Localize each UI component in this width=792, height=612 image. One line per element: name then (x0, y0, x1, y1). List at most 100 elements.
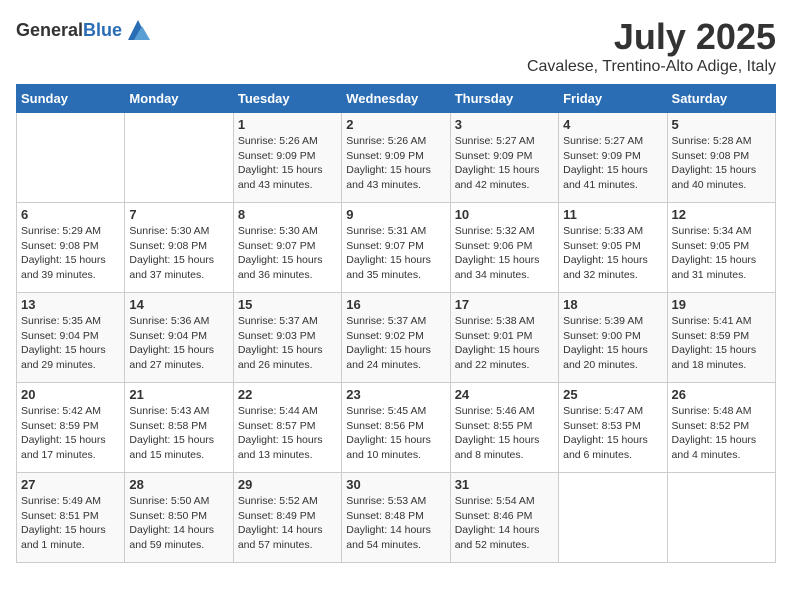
calendar-week-row: 27Sunrise: 5:49 AMSunset: 8:51 PMDayligh… (17, 473, 776, 563)
day-info: Sunrise: 5:34 AMSunset: 9:05 PMDaylight:… (672, 224, 771, 283)
day-number: 14 (129, 297, 228, 312)
day-info: Sunrise: 5:33 AMSunset: 9:05 PMDaylight:… (563, 224, 662, 283)
header-day: Thursday (450, 85, 558, 113)
calendar-cell: 27Sunrise: 5:49 AMSunset: 8:51 PMDayligh… (17, 473, 125, 563)
day-info: Sunrise: 5:31 AMSunset: 9:07 PMDaylight:… (346, 224, 445, 283)
calendar-cell: 3Sunrise: 5:27 AMSunset: 9:09 PMDaylight… (450, 113, 558, 203)
calendar-cell: 23 Sunrise: 5:45 AMSunset: 8:56 PMDayligh… (342, 383, 450, 473)
day-number: 5 (672, 117, 771, 132)
calendar-cell: 8 Sunrise: 5:30 AMSunset: 9:07 PMDaylight… (233, 203, 341, 293)
day-number: 28 (129, 477, 228, 492)
calendar-cell (125, 113, 233, 203)
logo: GeneralBlue (16, 16, 152, 44)
month-title: July 2025 (527, 16, 776, 58)
day-number: 18 (563, 297, 662, 312)
day-info: Sunrise: 5:36 AMSunset: 9:04 PMDaylight:… (129, 314, 228, 373)
calendar-table: SundayMondayTuesdayWednesdayThursdayFrid… (16, 84, 776, 563)
day-number: 26 (672, 387, 771, 402)
day-number: 13 (21, 297, 120, 312)
day-info: Sunrise: 5:27 AMSunset: 9:09 PMDaylight:… (563, 134, 662, 193)
day-info: Sunrise: 5:45 AMSunset: 8:56 PMDaylight:… (346, 404, 445, 463)
calendar-cell: 12Sunrise: 5:34 AMSunset: 9:05 PMDayligh… (667, 203, 775, 293)
calendar-cell: 7Sunrise: 5:30 AMSunset: 9:08 PMDaylight… (125, 203, 233, 293)
day-number: 10 (455, 207, 554, 222)
day-number: 3 (455, 117, 554, 132)
day-info: Sunrise: 5:32 AMSunset: 9:06 PMDaylight:… (455, 224, 554, 283)
day-info: Sunrise: 5:28 AMSunset: 9:08 PMDaylight:… (672, 134, 771, 193)
header-day: Wednesday (342, 85, 450, 113)
header-day: Saturday (667, 85, 775, 113)
calendar-cell: 2 Sunrise: 5:26 AMSunset: 9:09 PMDaylight… (342, 113, 450, 203)
calendar-week-row: 20Sunrise: 5:42 AMSunset: 8:59 PMDayligh… (17, 383, 776, 473)
calendar-cell (17, 113, 125, 203)
calendar-week-row: 13 Sunrise: 5:35 AMSunset: 9:04 PMDayligh… (17, 293, 776, 383)
day-number: 21 (129, 387, 228, 402)
day-info: Sunrise: 5:26 AMSunset: 9:09 PMDaylight:… (346, 134, 445, 193)
day-info: Sunrise: 5:26 AMSunset: 9:09 PMDaylight:… (238, 134, 337, 193)
day-number: 16 (346, 297, 445, 312)
day-number: 22 (238, 387, 337, 402)
calendar-cell: 6 Sunrise: 5:29 AMSunset: 9:08 PMDaylight… (17, 203, 125, 293)
day-info: Sunrise: 5:44 AMSunset: 8:57 PMDaylight:… (238, 404, 337, 463)
day-info: Sunrise: 5:52 AMSunset: 8:49 PMDaylight:… (238, 494, 337, 553)
page-header: GeneralBlue July 2025 Cavalese, Trentino… (16, 16, 776, 76)
day-info: Sunrise: 5:39 AMSunset: 9:00 PMDaylight:… (563, 314, 662, 373)
calendar-cell: 16 Sunrise: 5:37 AMSunset: 9:02 PMDayligh… (342, 293, 450, 383)
day-info: Sunrise: 5:38 AMSunset: 9:01 PMDaylight:… (455, 314, 554, 373)
calendar-cell: 28Sunrise: 5:50 AMSunset: 8:50 PMDayligh… (125, 473, 233, 563)
day-info: Sunrise: 5:41 AMSunset: 8:59 PMDaylight:… (672, 314, 771, 373)
calendar-cell: 9 Sunrise: 5:31 AMSunset: 9:07 PMDaylight… (342, 203, 450, 293)
day-info: Sunrise: 5:46 AMSunset: 8:55 PMDaylight:… (455, 404, 554, 463)
day-number: 11 (563, 207, 662, 222)
calendar-week-row: 1 Sunrise: 5:26 AMSunset: 9:09 PMDaylight… (17, 113, 776, 203)
day-info: Sunrise: 5:29 AMSunset: 9:08 PMDaylight:… (21, 224, 120, 283)
calendar-cell: 26Sunrise: 5:48 AMSunset: 8:52 PMDayligh… (667, 383, 775, 473)
calendar-cell: 4Sunrise: 5:27 AMSunset: 9:09 PMDaylight… (559, 113, 667, 203)
day-number: 19 (672, 297, 771, 312)
day-number: 25 (563, 387, 662, 402)
day-info: Sunrise: 5:49 AMSunset: 8:51 PMDaylight:… (21, 494, 120, 553)
calendar-cell: 18 Sunrise: 5:39 AMSunset: 9:00 PMDayligh… (559, 293, 667, 383)
header-day: Friday (559, 85, 667, 113)
calendar-cell: 13 Sunrise: 5:35 AMSunset: 9:04 PMDayligh… (17, 293, 125, 383)
day-info: Sunrise: 5:35 AMSunset: 9:04 PMDaylight:… (21, 314, 120, 373)
day-number: 17 (455, 297, 554, 312)
header-day: Monday (125, 85, 233, 113)
day-number: 8 (238, 207, 337, 222)
calendar-cell: 14 Sunrise: 5:36 AMSunset: 9:04 PMDayligh… (125, 293, 233, 383)
day-info: Sunrise: 5:43 AMSunset: 8:58 PMDaylight:… (129, 404, 228, 463)
day-info: Sunrise: 5:54 AMSunset: 8:46 PMDaylight:… (455, 494, 554, 553)
calendar-cell: 11 Sunrise: 5:33 AMSunset: 9:05 PMDayligh… (559, 203, 667, 293)
calendar-cell: 10 Sunrise: 5:32 AMSunset: 9:06 PMDayligh… (450, 203, 558, 293)
day-number: 23 (346, 387, 445, 402)
title-area: July 2025 Cavalese, Trentino-Alto Adige,… (527, 16, 776, 76)
calendar-cell: 1 Sunrise: 5:26 AMSunset: 9:09 PMDaylight… (233, 113, 341, 203)
calendar-cell: 24Sunrise: 5:46 AMSunset: 8:55 PMDayligh… (450, 383, 558, 473)
calendar-cell (667, 473, 775, 563)
calendar-week-row: 6 Sunrise: 5:29 AMSunset: 9:08 PMDaylight… (17, 203, 776, 293)
day-info: Sunrise: 5:30 AMSunset: 9:07 PMDaylight:… (238, 224, 337, 283)
day-number: 15 (238, 297, 337, 312)
day-number: 30 (346, 477, 445, 492)
logo-general: General (16, 20, 83, 40)
calendar-cell: 20Sunrise: 5:42 AMSunset: 8:59 PMDayligh… (17, 383, 125, 473)
calendar-cell: 29Sunrise: 5:52 AMSunset: 8:49 PMDayligh… (233, 473, 341, 563)
location-title: Cavalese, Trentino-Alto Adige, Italy (527, 58, 776, 76)
calendar-cell: 5 Sunrise: 5:28 AMSunset: 9:08 PMDaylight… (667, 113, 775, 203)
day-number: 9 (346, 207, 445, 222)
calendar-cell: 25 Sunrise: 5:47 AMSunset: 8:53 PMDayligh… (559, 383, 667, 473)
day-info: Sunrise: 5:37 AMSunset: 9:02 PMDaylight:… (346, 314, 445, 373)
header-row: SundayMondayTuesdayWednesdayThursdayFrid… (17, 85, 776, 113)
calendar-cell: 19 Sunrise: 5:41 AMSunset: 8:59 PMDayligh… (667, 293, 775, 383)
logo-blue: Blue (83, 20, 122, 40)
day-info: Sunrise: 5:42 AMSunset: 8:59 PMDaylight:… (21, 404, 120, 463)
day-number: 6 (21, 207, 120, 222)
day-number: 1 (238, 117, 337, 132)
day-number: 2 (346, 117, 445, 132)
calendar-cell: 22 Sunrise: 5:44 AMSunset: 8:57 PMDayligh… (233, 383, 341, 473)
calendar-cell: 15 Sunrise: 5:37 AMSunset: 9:03 PMDayligh… (233, 293, 341, 383)
calendar-cell: 21 Sunrise: 5:43 AMSunset: 8:58 PMDayligh… (125, 383, 233, 473)
day-info: Sunrise: 5:47 AMSunset: 8:53 PMDaylight:… (563, 404, 662, 463)
header-day: Tuesday (233, 85, 341, 113)
day-info: Sunrise: 5:37 AMSunset: 9:03 PMDaylight:… (238, 314, 337, 373)
